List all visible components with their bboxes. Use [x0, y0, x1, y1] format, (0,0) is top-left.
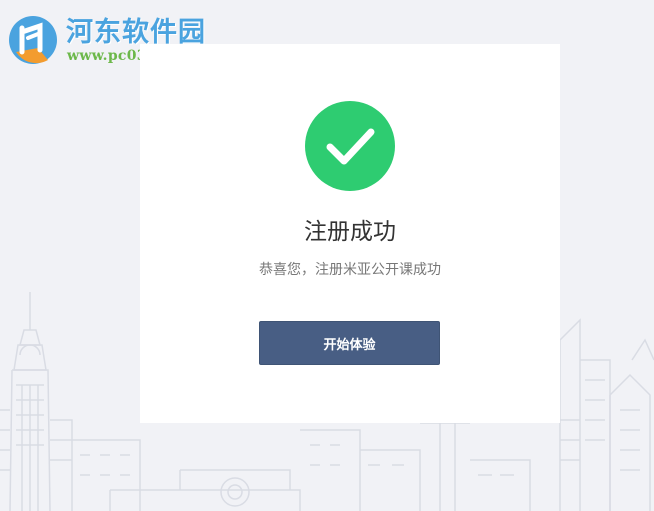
success-message: 恭喜您，注册米亚公开课成功 [259, 262, 441, 278]
success-badge [305, 101, 395, 191]
registration-success-card: 注册成功 恭喜您，注册米亚公开课成功 开始体验 [140, 44, 560, 423]
site-logo-icon [9, 16, 57, 64]
start-experience-button[interactable]: 开始体验 [259, 321, 440, 365]
page-title: 注册成功 [304, 219, 396, 245]
check-icon [326, 128, 375, 165]
